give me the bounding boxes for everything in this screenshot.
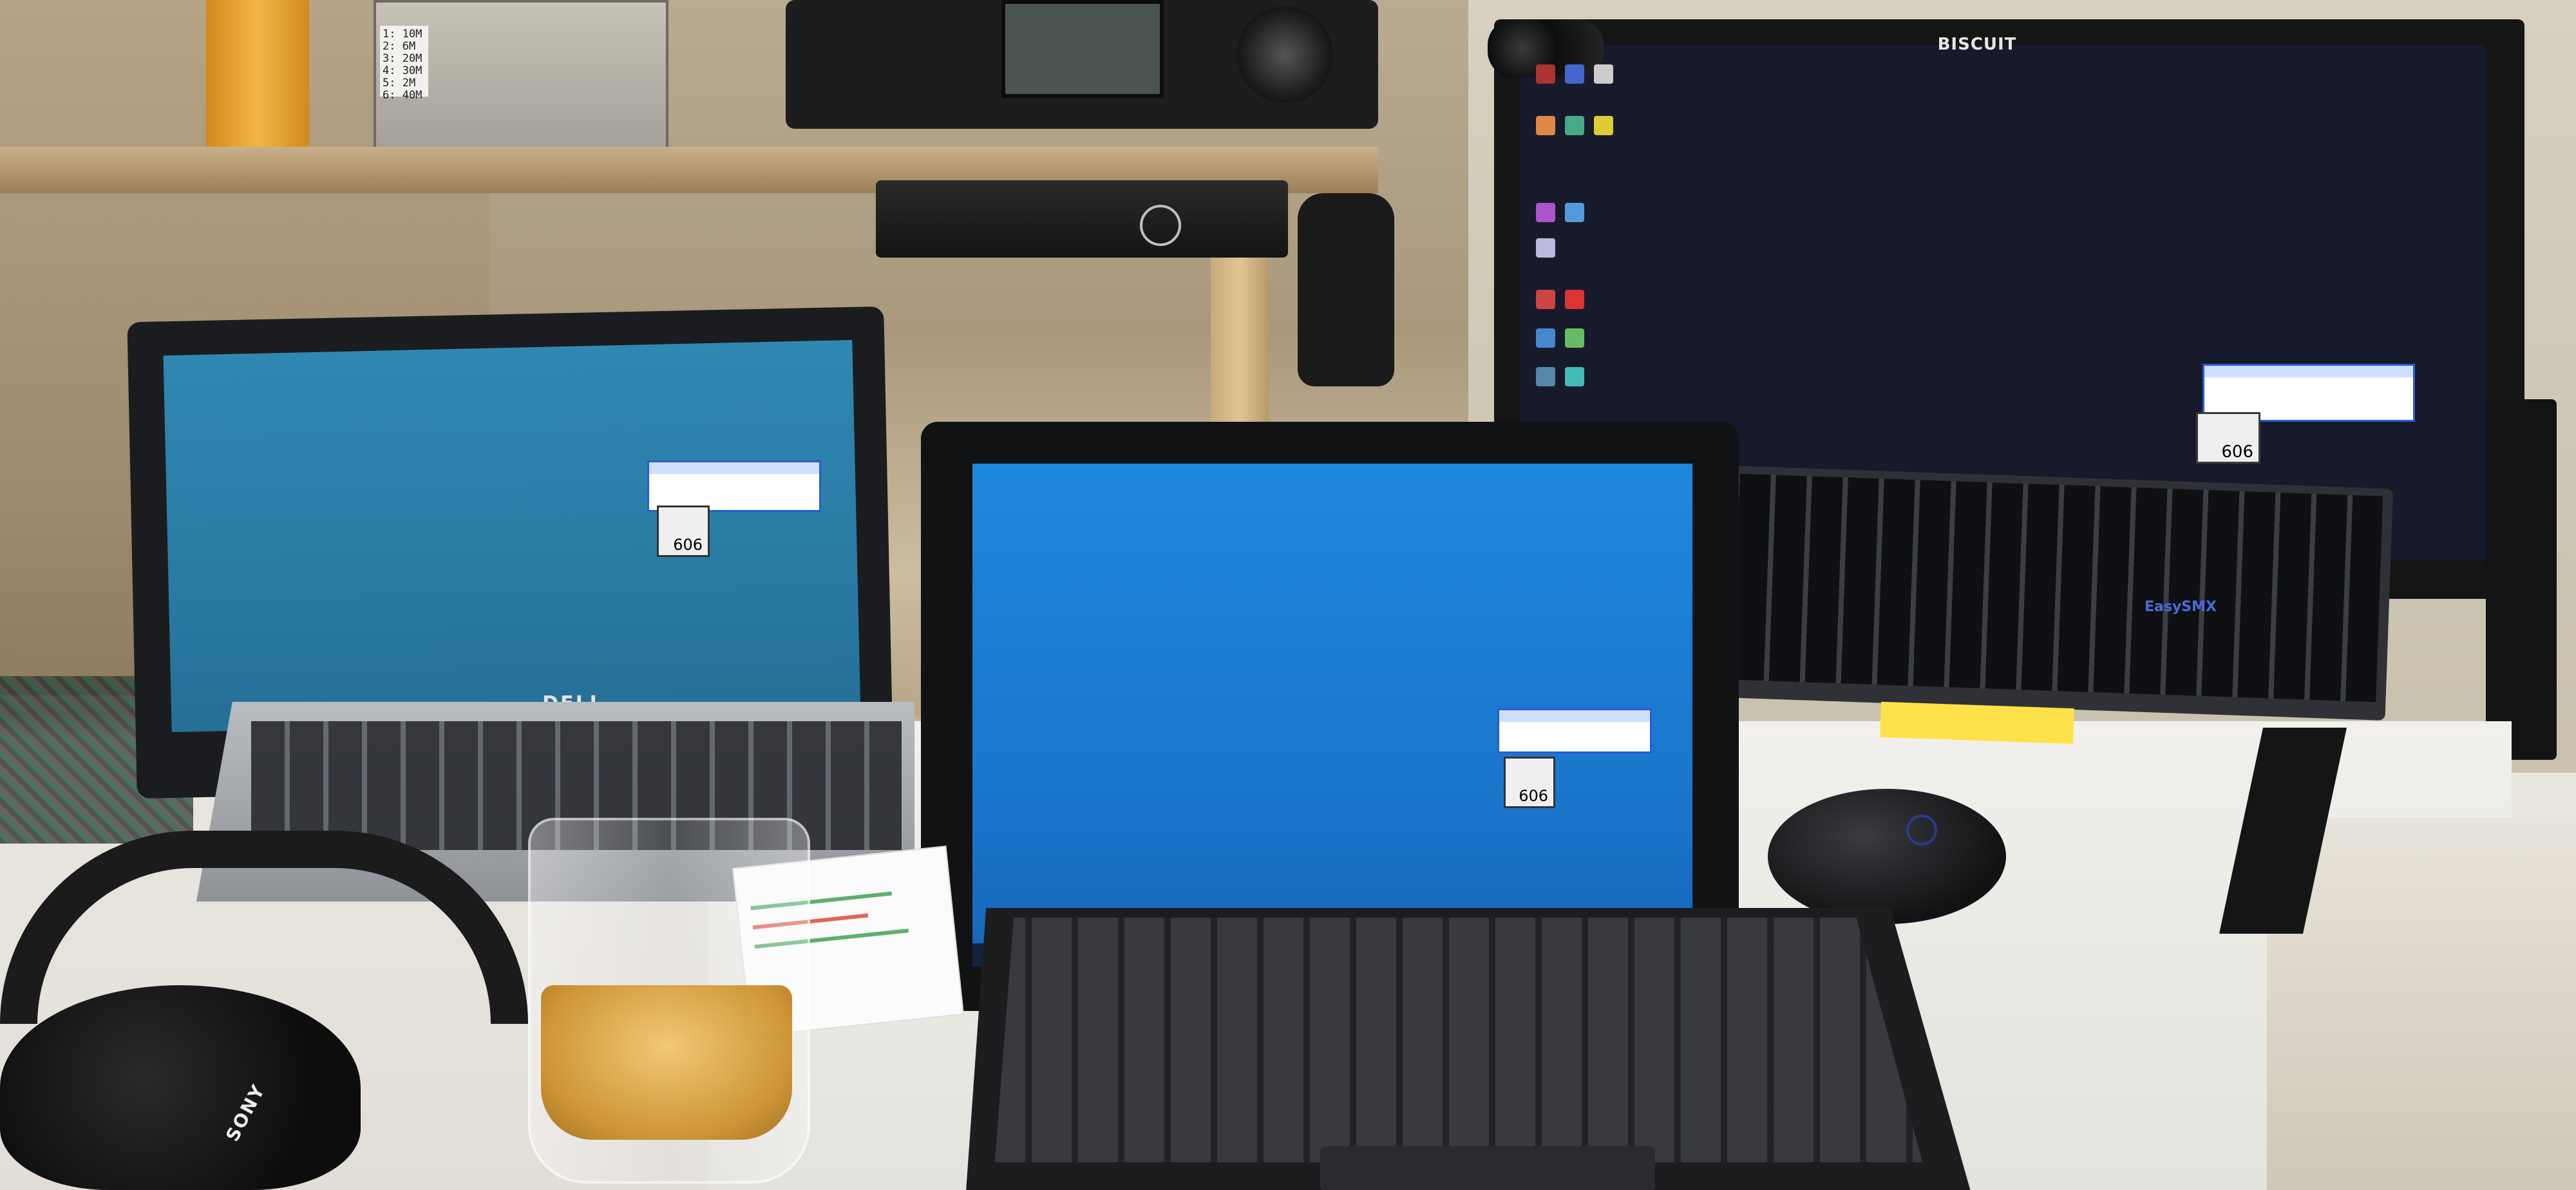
desktop-icon [1565, 328, 1584, 348]
desktop-icon [1594, 64, 1613, 84]
desktop-icons [1536, 64, 1639, 425]
desktop-icon [1565, 290, 1584, 309]
radio-microphone [1298, 193, 1394, 386]
desk-scene: 1: 10M 2: 6M 3: 20M 4: 30M 5: 2M 6: 40M … [0, 0, 2576, 1190]
tablet-keys [994, 918, 1923, 1162]
logitech-logo-icon [1906, 815, 1937, 845]
mouse [1768, 789, 2006, 924]
psu-label: 1: 10M 2: 6M 3: 20M 4: 30M 5: 2M 6: 40M [380, 26, 428, 102]
mini-pc [876, 180, 1288, 258]
monitor-widget-value: 606 [2196, 412, 2260, 464]
desktop-icon [1594, 116, 1613, 135]
desktop-icon [1536, 328, 1555, 348]
laptop-widget-value: 606 [657, 505, 710, 557]
laptop-widget [647, 460, 821, 512]
headphone-cup [0, 985, 361, 1190]
desktop-icon [1565, 367, 1584, 386]
tablet-widget [1497, 708, 1652, 753]
monitor-brand: BISCUIT [1937, 35, 2017, 54]
desktop-icon [1536, 290, 1555, 309]
keyboard-brand: EasySMX [2145, 599, 2217, 615]
laptop-screen [163, 339, 861, 733]
radio-screen [1001, 0, 1164, 98]
sticky-notes [1880, 701, 2074, 744]
desktop-icon [1536, 367, 1555, 386]
whiskey [541, 985, 792, 1140]
desktop-icon [1565, 64, 1584, 84]
pill-bottle [206, 0, 309, 155]
radio-knob [1236, 6, 1333, 103]
desktop-icon [1536, 64, 1555, 84]
desktop-icon [1536, 238, 1555, 258]
desktop-icon [1536, 116, 1555, 135]
trackpad [1320, 1146, 1655, 1190]
dell-logo-icon [1140, 205, 1181, 246]
desktop-icon [1565, 203, 1584, 222]
mechanical-keys [1696, 472, 2383, 703]
tablet-widget-value: 606 [1504, 757, 1555, 808]
desktop-icon [1565, 116, 1584, 135]
speaker [2486, 399, 2557, 760]
desktop-icon [1536, 203, 1555, 222]
